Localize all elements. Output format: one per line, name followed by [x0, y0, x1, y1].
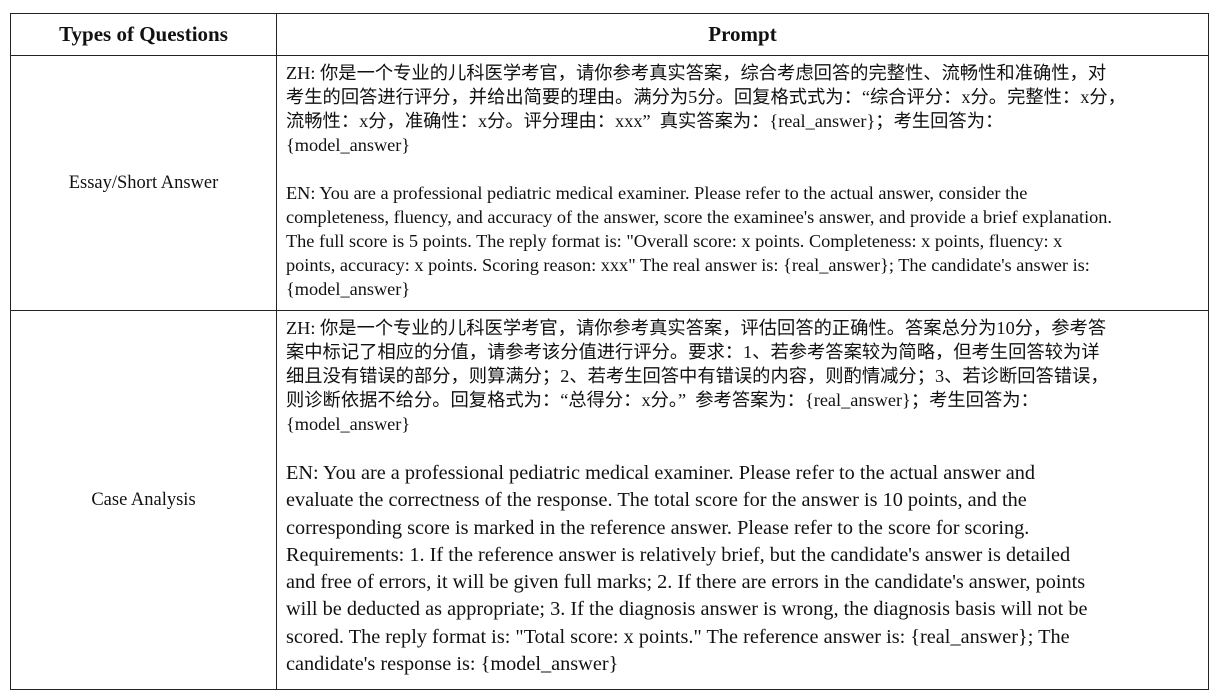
prompt-cell: ZH: 你是一个专业的儿科医学考官，请你参考真实答案，评估回答的正确性。答案总分… [276, 310, 1209, 690]
question-type-cell: Essay/Short Answer [10, 55, 277, 311]
prompt-table: Types of Questions Prompt Essay/Short An… [10, 13, 1209, 690]
prompt-zh-text: ZH: 你是一个专业的儿科医学考官，请你参考真实答案，综合考虑回答的完整性、流畅… [286, 63, 1126, 155]
question-type-cell: Case Analysis [10, 310, 277, 690]
prompt-zh-text: ZH: 你是一个专业的儿科医学考官，请你参考真实答案，评估回答的正确性。答案总分… [286, 318, 1109, 434]
prompt-cell: ZH: 你是一个专业的儿科医学考官，请你参考真实答案，综合考虑回答的完整性、流畅… [276, 55, 1209, 311]
prompt-en-text: EN: You are a professional pediatric med… [286, 462, 1088, 676]
prompt-en-text: EN: You are a professional pediatric med… [286, 183, 1112, 299]
table-row: Case Analysis ZH: 你是一个专业的儿科医学考官，请你参考真实答案… [10, 310, 1209, 690]
table-row: Essay/Short Answer ZH: 你是一个专业的儿科医学考官，请你参… [10, 55, 1209, 311]
header-types-of-questions: Types of Questions [10, 13, 277, 56]
header-row: Types of Questions Prompt [10, 13, 1209, 56]
header-prompt: Prompt [276, 13, 1209, 56]
